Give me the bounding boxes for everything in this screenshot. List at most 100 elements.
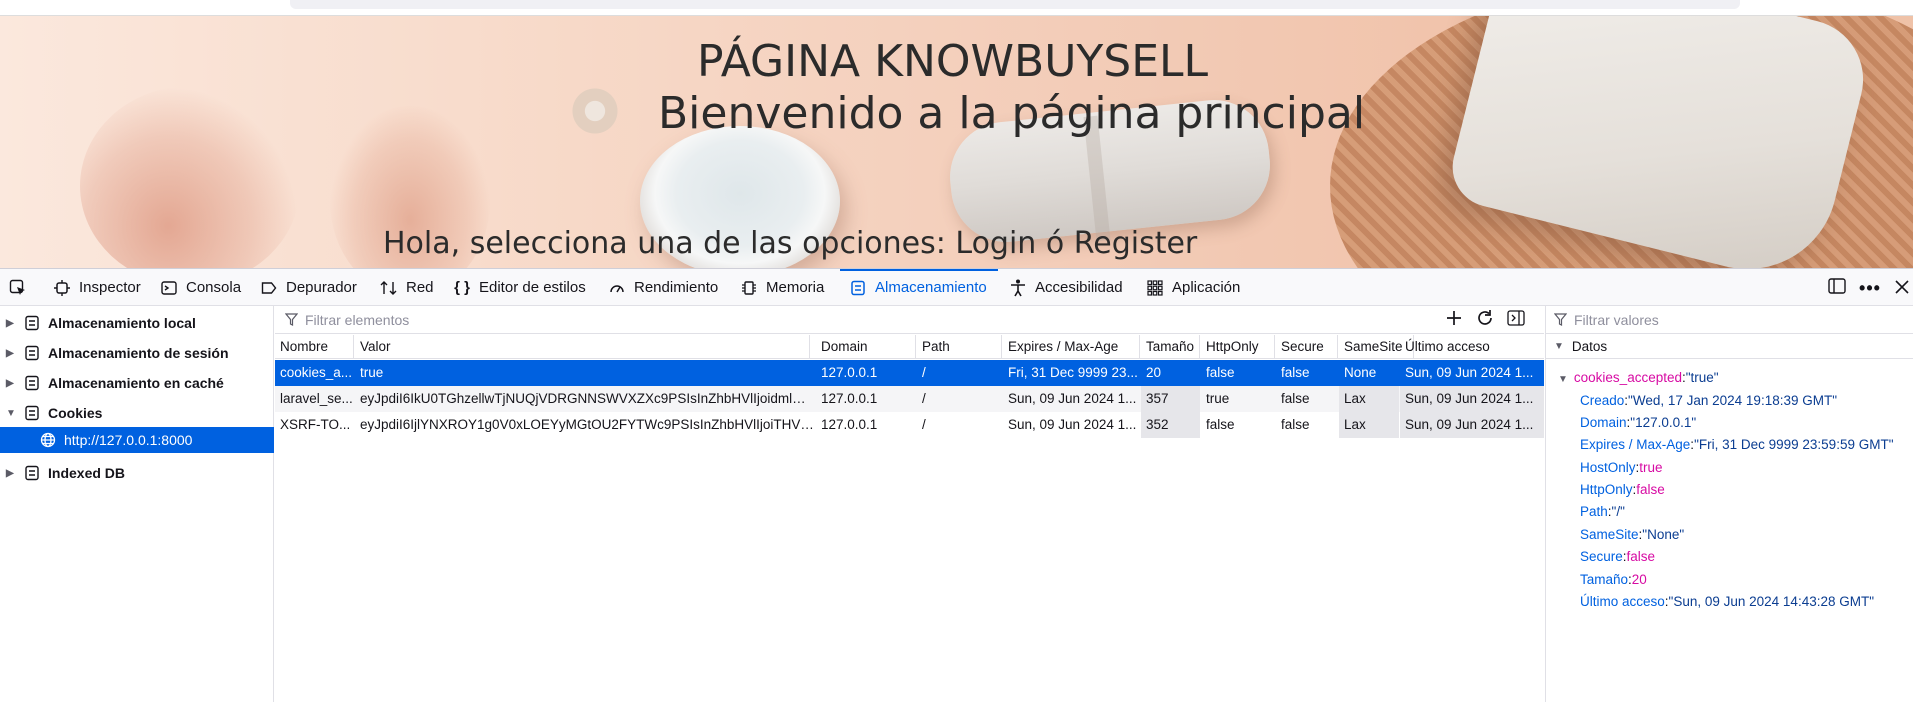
storage-icon xyxy=(849,279,867,297)
database-icon xyxy=(24,405,40,421)
detail-key: SameSite xyxy=(1580,527,1639,542)
tab-performance[interactable]: Rendimiento xyxy=(608,269,718,306)
element-picker-icon xyxy=(9,279,27,297)
sidebar-item-cookie-host[interactable]: http://127.0.0.1:8000 xyxy=(0,427,274,453)
expand-arrow-icon[interactable]: ▶ xyxy=(6,378,16,389)
database-icon xyxy=(24,375,40,391)
column-header-path[interactable]: Path xyxy=(917,335,1002,359)
detail-key: Tamaño xyxy=(1580,572,1629,587)
detail-value: "127.0.0.1" xyxy=(1630,415,1697,430)
collapse-arrow-icon[interactable]: ▼ xyxy=(1554,341,1564,352)
tab-style-editor[interactable]: { } Editor de estilos xyxy=(453,269,586,306)
database-icon xyxy=(24,315,40,331)
detail-field[interactable]: Último acceso:"Sun, 09 Jun 2024 14:43:28… xyxy=(1580,594,1874,609)
sidebar-item-label: Indexed DB xyxy=(48,465,126,481)
expand-arrow-icon[interactable]: ▶ xyxy=(6,318,16,329)
tab-label: Editor de estilos xyxy=(479,279,586,296)
toggle-sidebar-button[interactable] xyxy=(1505,309,1527,330)
expand-arrow-icon[interactable]: ▶ xyxy=(6,348,16,359)
dock-toggle-button[interactable] xyxy=(1827,277,1847,298)
tab-memory[interactable]: Memoria xyxy=(740,269,824,306)
globe-icon xyxy=(40,432,56,448)
filter-icon xyxy=(1554,312,1568,327)
expand-arrow-icon[interactable]: ▶ xyxy=(6,468,16,479)
cell-samesite: None xyxy=(1344,365,1377,380)
section-title: Datos xyxy=(1571,339,1608,354)
tab-label: Inspector xyxy=(79,279,141,296)
tab-console[interactable]: Consola xyxy=(160,269,241,306)
detail-field[interactable]: Secure:false xyxy=(1580,549,1655,564)
data-section-header[interactable]: ▼ Datos xyxy=(1546,335,1913,359)
detail-field[interactable]: Expires / Max-Age:"Fri, 31 Dec 9999 23:5… xyxy=(1580,437,1894,452)
cell-secure: false xyxy=(1281,365,1310,380)
sidebar-item-cache-storage[interactable]: ▶ Almacenamiento en caché xyxy=(0,370,274,396)
column-header-value[interactable]: Valor xyxy=(355,335,810,359)
memory-icon xyxy=(740,279,758,297)
cell-size: 20 xyxy=(1146,365,1162,380)
filter-items-input[interactable] xyxy=(305,311,1205,328)
detail-field[interactable]: HostOnly:true xyxy=(1580,460,1663,475)
cookie-table-panel: Nombre Valor Domain Path Expires / Max-A… xyxy=(275,306,1544,702)
tab-accessibility[interactable]: Accesibilidad xyxy=(1009,269,1123,306)
collapse-arrow-icon[interactable]: ▼ xyxy=(6,408,16,419)
cookie-details-panel: ▼ Datos ▼cookies_accepted:"true" Creado:… xyxy=(1545,306,1913,702)
cell-expires: Sun, 09 Jun 2024 1... xyxy=(1008,391,1137,406)
console-icon xyxy=(160,279,178,297)
storage-sidebar: ▶ Almacenamiento local ▶ Almacenamiento … xyxy=(0,306,274,702)
filter-values-input[interactable] xyxy=(1574,311,1894,328)
tab-inspector[interactable]: Inspector xyxy=(53,269,141,306)
detail-field[interactable]: Domain:"127.0.0.1" xyxy=(1580,415,1696,430)
cell-samesite: Lax xyxy=(1339,386,1399,412)
detail-field[interactable]: Tamaño:20 xyxy=(1580,572,1647,587)
page-title: PÁGINA KNOWBUYSELL xyxy=(697,36,1209,87)
detail-field[interactable]: Creado:"Wed, 17 Jan 2024 19:18:39 GMT" xyxy=(1580,393,1837,408)
tab-debugger[interactable]: Depurador xyxy=(260,269,357,306)
selected-tab-indicator xyxy=(840,269,998,271)
sidebar-item-local-storage[interactable]: ▶ Almacenamiento local xyxy=(0,310,274,336)
table-header: Nombre Valor Domain Path Expires / Max-A… xyxy=(275,335,1544,359)
url-bar-edge[interactable] xyxy=(290,0,1740,9)
flower-decoration xyxy=(560,76,630,146)
table-row[interactable]: laravel_se... eyJpdiI6IkU0TGhzellwTjNUQj… xyxy=(275,386,1544,412)
collapse-arrow-icon[interactable]: ▼ xyxy=(1558,374,1568,385)
inspector-icon xyxy=(53,279,71,297)
tab-application[interactable]: Aplicación xyxy=(1146,269,1240,306)
detail-field[interactable]: HttpOnly:false xyxy=(1580,482,1665,497)
sidebar-item-cookies[interactable]: ▼ Cookies xyxy=(0,400,274,426)
cell-name: cookies_a... xyxy=(280,365,353,380)
column-header-domain[interactable]: Domain xyxy=(816,335,916,359)
tab-network[interactable]: Red xyxy=(380,269,434,306)
sidebar-item-indexed-db[interactable]: ▶ Indexed DB xyxy=(0,460,274,486)
tab-label: Accesibilidad xyxy=(1035,279,1123,296)
database-icon xyxy=(24,345,40,361)
cell-expires: Sun, 09 Jun 2024 1... xyxy=(1008,417,1137,432)
column-header-httponly[interactable]: HttpOnly xyxy=(1201,335,1275,359)
detail-field[interactable]: Path:"/" xyxy=(1580,504,1625,519)
tab-storage[interactable]: Almacenamiento xyxy=(849,269,987,306)
detail-key: HostOnly xyxy=(1580,460,1636,475)
detail-root-entry[interactable]: ▼ cookies_accepted:"true" xyxy=(1558,370,1719,385)
sidebar-item-session-storage[interactable]: ▶ Almacenamiento de sesión xyxy=(0,340,274,366)
more-options-button[interactable]: ••• xyxy=(1859,278,1880,298)
column-header-secure[interactable]: Secure xyxy=(1276,335,1338,359)
table-row[interactable]: XSRF-TO... eyJpdiI6IjlYNXROY1g0V0xLOEYyM… xyxy=(275,412,1544,438)
add-item-button[interactable] xyxy=(1443,310,1465,330)
column-header-last-access[interactable]: Último acceso xyxy=(1400,335,1544,359)
detail-key: Creado xyxy=(1580,393,1625,408)
network-icon xyxy=(380,279,398,297)
sidebar-item-label: Almacenamiento en caché xyxy=(48,375,224,391)
tab-label: Aplicación xyxy=(1172,279,1241,296)
column-header-size[interactable]: Tamaño xyxy=(1141,335,1200,359)
tab-label: Rendimiento xyxy=(634,279,719,296)
detail-field[interactable]: SameSite:"None" xyxy=(1580,527,1684,542)
refresh-button[interactable] xyxy=(1474,309,1496,330)
accessibility-icon xyxy=(1009,279,1027,297)
detail-value: "/" xyxy=(1611,504,1625,519)
close-devtools-button[interactable] xyxy=(1892,278,1912,298)
cell-domain: 127.0.0.1 xyxy=(821,365,878,380)
element-picker-button[interactable] xyxy=(9,269,27,306)
table-row[interactable]: cookies_a... true 127.0.0.1 / Fri, 31 De… xyxy=(275,360,1544,386)
column-header-expires[interactable]: Expires / Max-Age xyxy=(1003,335,1140,359)
column-header-name[interactable]: Nombre xyxy=(275,335,354,359)
cell-secure: false xyxy=(1281,417,1310,432)
